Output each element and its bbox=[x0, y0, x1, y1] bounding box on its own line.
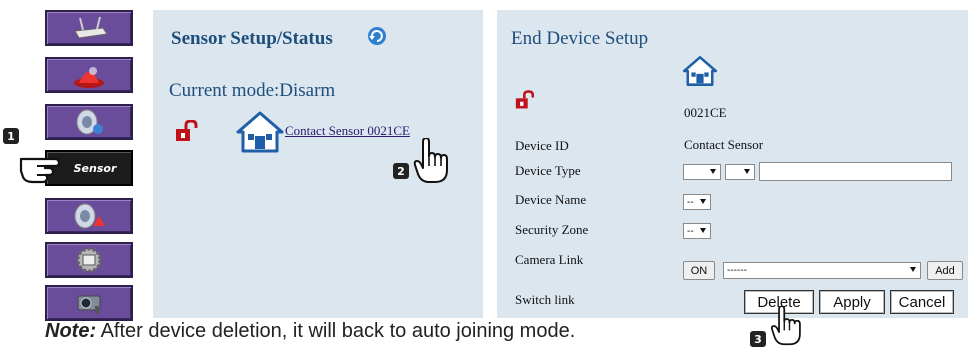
device-type-select-1[interactable] bbox=[683, 164, 721, 180]
note-prefix: Note: bbox=[45, 320, 97, 342]
settings-gear-icon bbox=[71, 246, 107, 274]
nav-speaker-alert[interactable] bbox=[45, 198, 133, 234]
camera-icon bbox=[69, 290, 109, 316]
device-code: 0021CE bbox=[684, 105, 727, 120]
camera-link-label: Camera Link bbox=[515, 252, 584, 267]
apply-button[interactable]: Apply bbox=[819, 290, 885, 314]
current-mode-text: Current mode:Disarm bbox=[169, 80, 336, 101]
click-hand-icon bbox=[771, 306, 801, 346]
device-name-select[interactable]: -- bbox=[683, 194, 711, 210]
switch-link-label: Switch link bbox=[515, 292, 575, 307]
unlocked-padlock-icon bbox=[176, 120, 198, 141]
device-name-label: Device Name bbox=[515, 192, 587, 207]
sensor-setup-panel: Sensor Setup/Status Current mode:Disarm … bbox=[153, 10, 483, 318]
security-zone-label: Security Zone bbox=[515, 222, 589, 237]
nav-router[interactable] bbox=[45, 10, 133, 46]
nav-alarm[interactable] bbox=[45, 57, 133, 93]
step-3-badge: 3 bbox=[750, 331, 766, 347]
device-type-input[interactable] bbox=[759, 162, 952, 181]
nav-sensor-label: Sensor bbox=[73, 161, 117, 175]
device-type-select-2[interactable] bbox=[725, 164, 755, 180]
router-icon bbox=[69, 15, 109, 41]
security-zone-select-value: -- bbox=[687, 225, 694, 237]
nav-speaker[interactable] bbox=[45, 104, 133, 140]
nav-settings[interactable] bbox=[45, 242, 133, 278]
camera-link-select[interactable]: ------ bbox=[723, 262, 921, 279]
note-text: Note: After device deletion, it will bac… bbox=[45, 320, 575, 343]
sensor-setup-title: Sensor Setup/Status bbox=[171, 28, 333, 49]
unlocked-padlock-icon bbox=[515, 90, 535, 109]
device-name-select-value: -- bbox=[687, 196, 694, 208]
house-icon bbox=[682, 56, 718, 86]
device-id-label: Device ID bbox=[515, 138, 569, 153]
step-1-badge: 1 bbox=[3, 128, 19, 144]
camera-add-button[interactable]: Add bbox=[927, 261, 963, 280]
security-zone-select[interactable]: -- bbox=[683, 223, 711, 239]
pointing-hand-icon bbox=[19, 157, 61, 184]
step-2-badge: 2 bbox=[393, 163, 409, 179]
speaker-alert-icon bbox=[69, 202, 109, 230]
click-hand-icon bbox=[413, 138, 448, 183]
camera-on-button[interactable]: ON bbox=[683, 261, 715, 280]
note-body: After device deletion, it will back to a… bbox=[96, 320, 576, 342]
device-id-value: Contact Sensor bbox=[684, 137, 764, 152]
end-device-setup-title: End Device Setup bbox=[511, 28, 649, 49]
cancel-button[interactable]: Cancel bbox=[890, 290, 954, 314]
alarm-siren-icon bbox=[69, 61, 109, 89]
refresh-icon[interactable] bbox=[367, 26, 387, 46]
speaker-icon bbox=[69, 108, 109, 136]
device-type-label: Device Type bbox=[515, 163, 581, 178]
camera-link-select-value: ------ bbox=[727, 265, 747, 276]
contact-sensor-link[interactable]: Contact Sensor 0021CE bbox=[285, 123, 410, 139]
end-device-setup-panel: End Device Setup 0021CE Device ID Contac… bbox=[497, 10, 968, 318]
nav-camera[interactable] bbox=[45, 285, 133, 321]
house-icon[interactable] bbox=[235, 110, 285, 154]
